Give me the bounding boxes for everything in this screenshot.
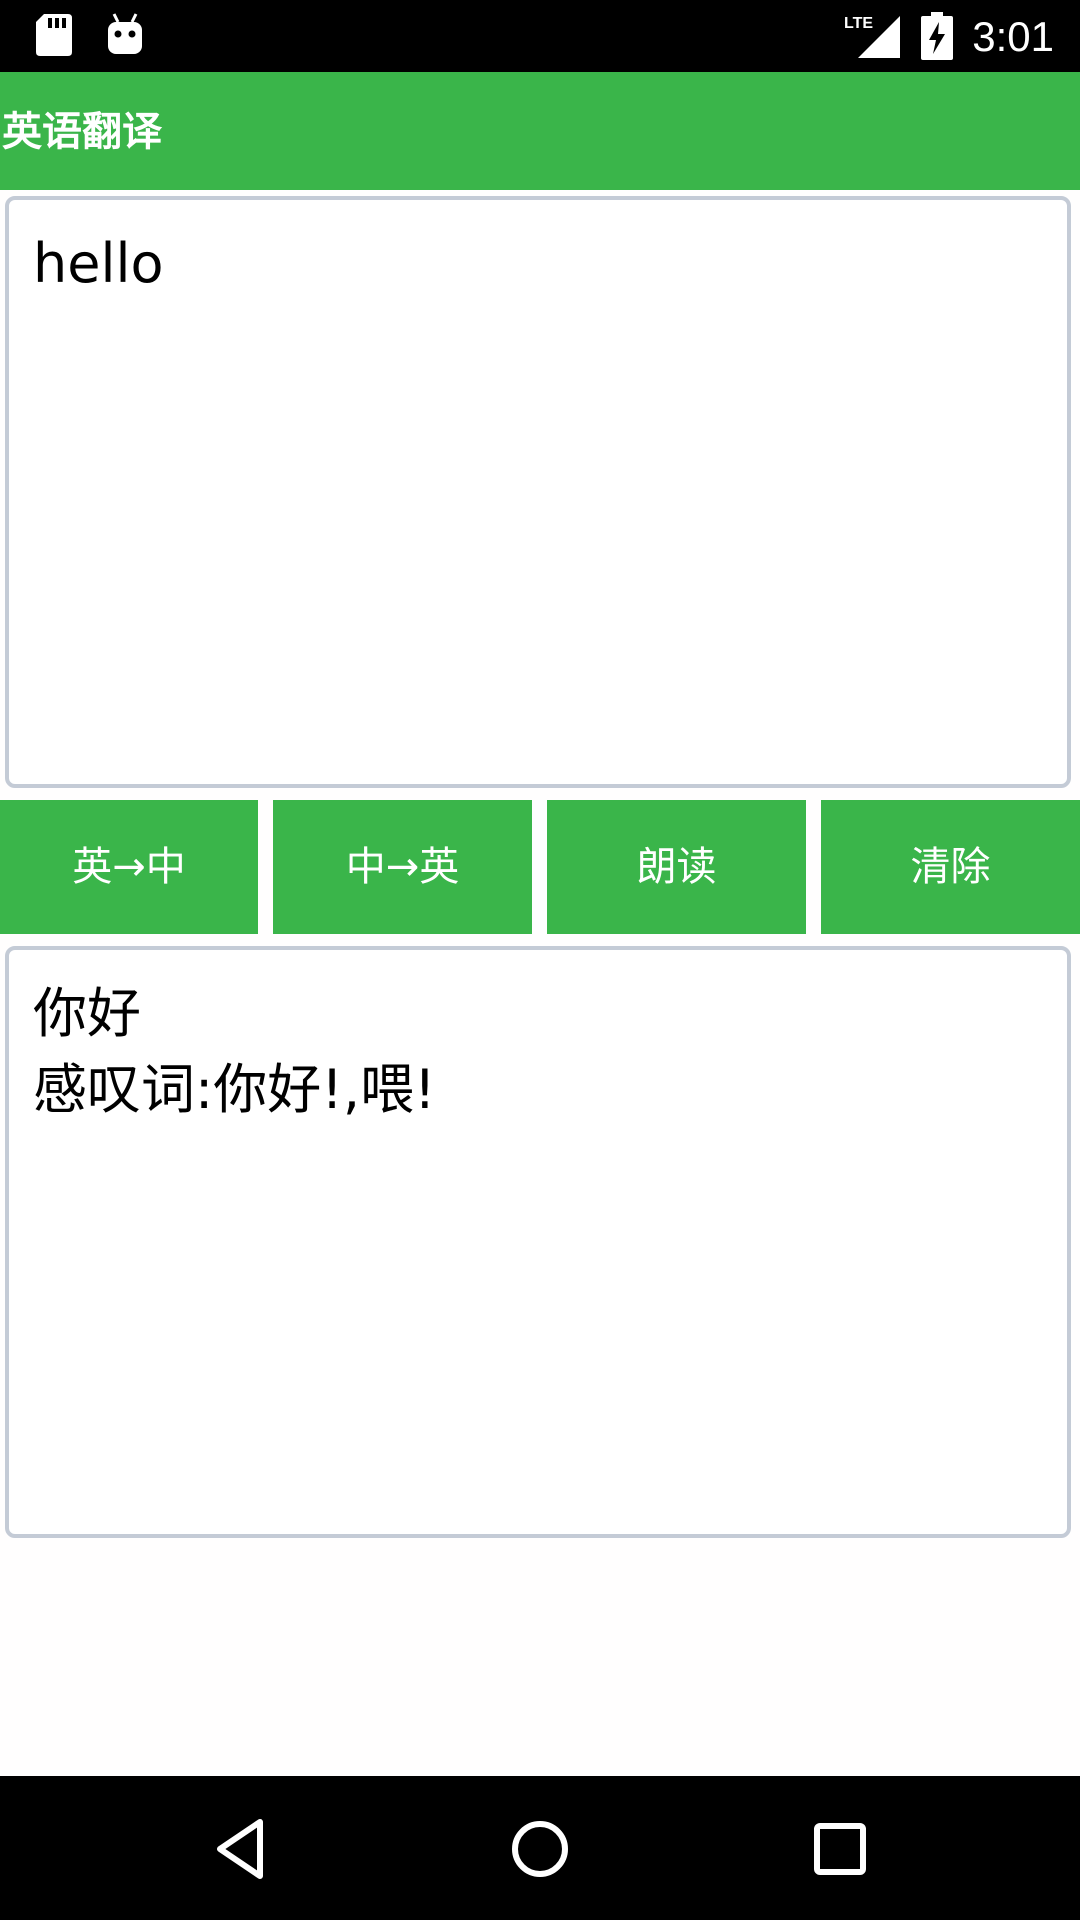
navigation-bar: [0, 1776, 1080, 1920]
android-debug-icon: [108, 13, 142, 54]
app-title: 英语翻译: [2, 109, 162, 155]
clear-button[interactable]: 清除: [821, 800, 1080, 934]
back-icon[interactable]: [206, 1814, 276, 1884]
translation-output[interactable]: 你好 感叹词:你好!,喂!: [5, 946, 1071, 1538]
status-clock: 3:01: [972, 13, 1054, 60]
lte-signal-icon: LTE: [844, 15, 900, 58]
home-icon[interactable]: [505, 1814, 575, 1884]
svg-text:LTE: LTE: [844, 15, 873, 32]
screen: LTE 3:01 英语翻译 hello 英→中 中→英 朗读 清除 你好 感叹词…: [0, 0, 1080, 1920]
app-bar: 英语翻译: [0, 72, 1080, 190]
status-bar: LTE 3:01: [0, 0, 1080, 72]
read-aloud-button[interactable]: 朗读: [547, 800, 806, 934]
recents-icon[interactable]: [805, 1814, 875, 1884]
sd-card-icon: [36, 14, 72, 56]
battery-charging-icon: [921, 12, 953, 60]
action-button-row: 英→中 中→英 朗读 清除: [0, 800, 1080, 934]
en-to-zh-button[interactable]: 英→中: [0, 800, 258, 934]
source-text-input[interactable]: hello: [5, 196, 1071, 788]
source-text-value: hello: [33, 232, 164, 295]
zh-to-en-button[interactable]: 中→英: [273, 800, 532, 934]
translation-text-value: 你好 感叹词:你好!,喂!: [33, 982, 436, 1121]
